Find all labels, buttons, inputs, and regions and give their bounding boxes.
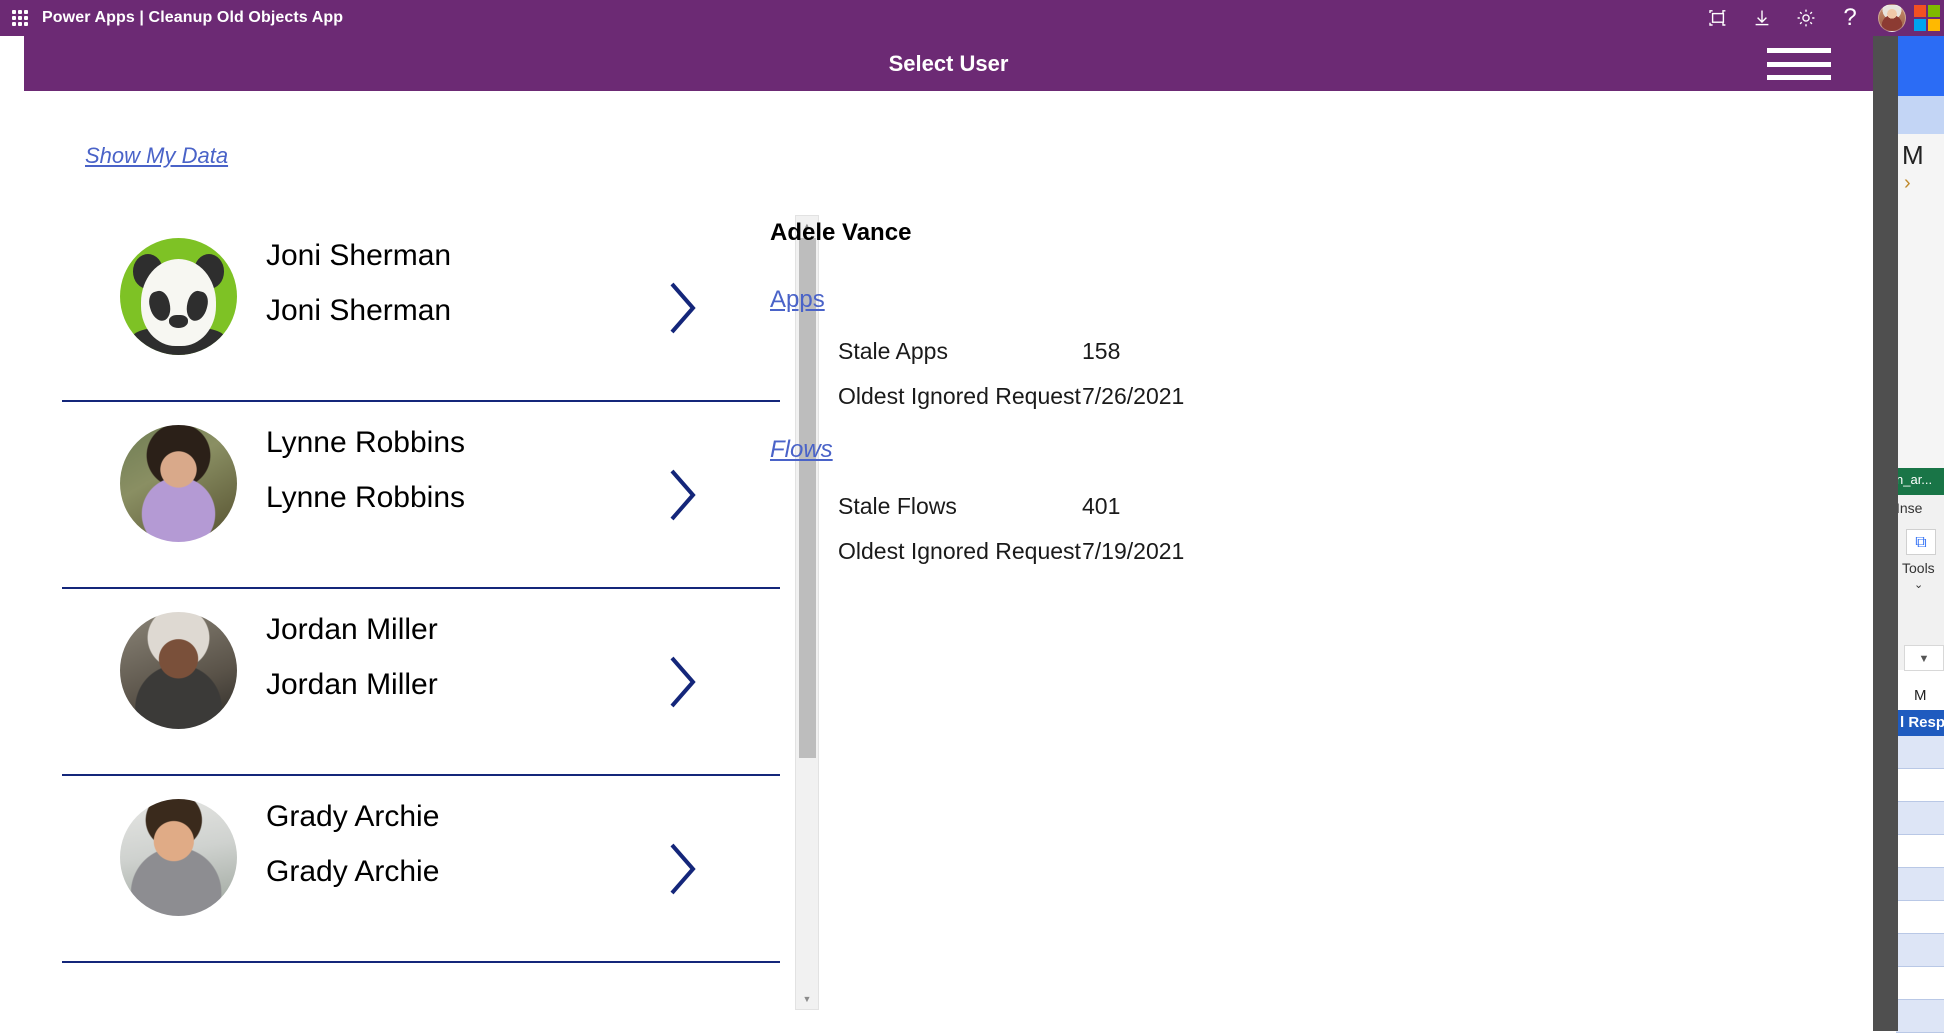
stat-value: 158 bbox=[1082, 338, 1120, 365]
app-window-edge bbox=[1873, 36, 1898, 1031]
bg-m-letter: M bbox=[1902, 140, 1924, 171]
bg-table-row bbox=[1896, 901, 1944, 934]
bg-table-row bbox=[1896, 835, 1944, 868]
stat-label: Oldest Ignored Request bbox=[838, 383, 1081, 410]
bg-table-row bbox=[1896, 736, 1944, 769]
app-canvas: Show My Data Joni Sherman Joni Sherman L… bbox=[24, 91, 1873, 1031]
bg-ribbon-tab-insert: Inse bbox=[1896, 500, 1922, 516]
brand-title: Power Apps | Cleanup Old Objects App bbox=[42, 9, 343, 27]
chevron-right-icon[interactable] bbox=[666, 776, 700, 961]
stat-label: Stale Apps bbox=[838, 338, 948, 365]
download-icon[interactable] bbox=[1740, 0, 1784, 36]
user-names: Lynne Robbins Lynne Robbins bbox=[266, 428, 686, 513]
user-display-name: Joni Sherman bbox=[266, 241, 686, 271]
user-secondary-name: Grady Archie bbox=[266, 857, 686, 887]
chevron-right-icon[interactable] bbox=[666, 589, 700, 774]
bg-blue-band bbox=[1898, 36, 1944, 96]
user-avatar[interactable] bbox=[1878, 4, 1906, 32]
bg-dropdown-icon: ▼ bbox=[1904, 645, 1944, 671]
bg-table-row bbox=[1896, 868, 1944, 901]
show-my-data-link[interactable]: Show My Data bbox=[85, 143, 228, 169]
gallery-scrollbar[interactable]: ▲ ▼ bbox=[795, 215, 819, 1010]
user-display-name: Lynne Robbins bbox=[266, 428, 686, 458]
list-item[interactable]: Grady Archie Grady Archie bbox=[62, 776, 780, 963]
bg-table-row bbox=[1896, 934, 1944, 967]
user-gallery: Joni Sherman Joni Sherman Lynne Robbins … bbox=[62, 215, 794, 1010]
bg-tools-label: Tools bbox=[1902, 560, 1935, 576]
page-title: Select User bbox=[24, 51, 1873, 77]
stat-value: 7/26/2021 bbox=[1082, 383, 1184, 410]
user-names: Jordan Miller Jordan Miller bbox=[266, 615, 686, 700]
stat-label: Stale Flows bbox=[838, 493, 957, 520]
detail-user-name: Adele Vance bbox=[770, 219, 911, 247]
stat-value: 401 bbox=[1082, 493, 1120, 520]
help-icon[interactable]: ? bbox=[1828, 0, 1872, 36]
bg-filename-label: n_ar... bbox=[1896, 472, 1932, 487]
user-display-name: Jordan Miller bbox=[266, 615, 686, 645]
chevron-right-icon[interactable] bbox=[666, 402, 700, 587]
microsoft-logo bbox=[1914, 5, 1940, 31]
user-secondary-name: Lynne Robbins bbox=[266, 483, 686, 513]
user-names: Joni Sherman Joni Sherman bbox=[266, 241, 686, 326]
photo-avatar bbox=[120, 612, 237, 729]
chevron-right-icon[interactable] bbox=[666, 215, 700, 400]
bg-chevron-right-icon: › bbox=[1904, 172, 1911, 195]
list-item[interactable]: Jordan Miller Jordan Miller bbox=[62, 589, 780, 776]
stat-label: Oldest Ignored Request bbox=[838, 538, 1081, 565]
scrollbar-thumb[interactable] bbox=[799, 238, 816, 758]
user-display-name: Grady Archie bbox=[266, 802, 686, 832]
user-secondary-name: Jordan Miller bbox=[266, 670, 686, 700]
hamburger-menu-icon[interactable] bbox=[1767, 48, 1831, 80]
user-names: Grady Archie Grady Archie bbox=[266, 802, 686, 887]
list-item[interactable]: Lynne Robbins Lynne Robbins bbox=[62, 402, 780, 589]
flows-section-link[interactable]: Flows bbox=[770, 436, 833, 464]
bg-light-blue-band bbox=[1898, 96, 1944, 134]
list-item[interactable]: Joni Sherman Joni Sherman bbox=[62, 215, 780, 402]
user-secondary-name: Joni Sherman bbox=[266, 296, 686, 326]
bg-table-row bbox=[1896, 802, 1944, 835]
settings-gear-icon[interactable] bbox=[1784, 0, 1828, 36]
bg-column-title: l Resp bbox=[1896, 710, 1944, 736]
stat-value: 7/19/2021 bbox=[1082, 538, 1184, 565]
photo-avatar bbox=[120, 799, 237, 916]
bg-column-header-m: M bbox=[1914, 687, 1927, 704]
scroll-down-arrow-icon[interactable]: ▼ bbox=[796, 989, 818, 1009]
bg-table-row bbox=[1896, 1000, 1944, 1033]
bg-tools-caret-icon: ⌄ bbox=[1914, 578, 1923, 591]
bg-tools-icon: ⧉ bbox=[1906, 529, 1936, 555]
apps-section-link[interactable]: Apps bbox=[770, 286, 825, 314]
fullscreen-icon[interactable] bbox=[1696, 0, 1740, 36]
power-apps-top-bar: Power Apps | Cleanup Old Objects App ? bbox=[0, 0, 1944, 36]
app-header-banner: Select User bbox=[24, 36, 1873, 91]
bg-table-row bbox=[1896, 769, 1944, 802]
bg-table-row bbox=[1896, 967, 1944, 1000]
panda-avatar bbox=[120, 238, 237, 355]
top-bar-actions: ? bbox=[1696, 0, 1944, 36]
photo-avatar bbox=[120, 425, 237, 542]
app-launcher-icon[interactable] bbox=[12, 10, 28, 26]
